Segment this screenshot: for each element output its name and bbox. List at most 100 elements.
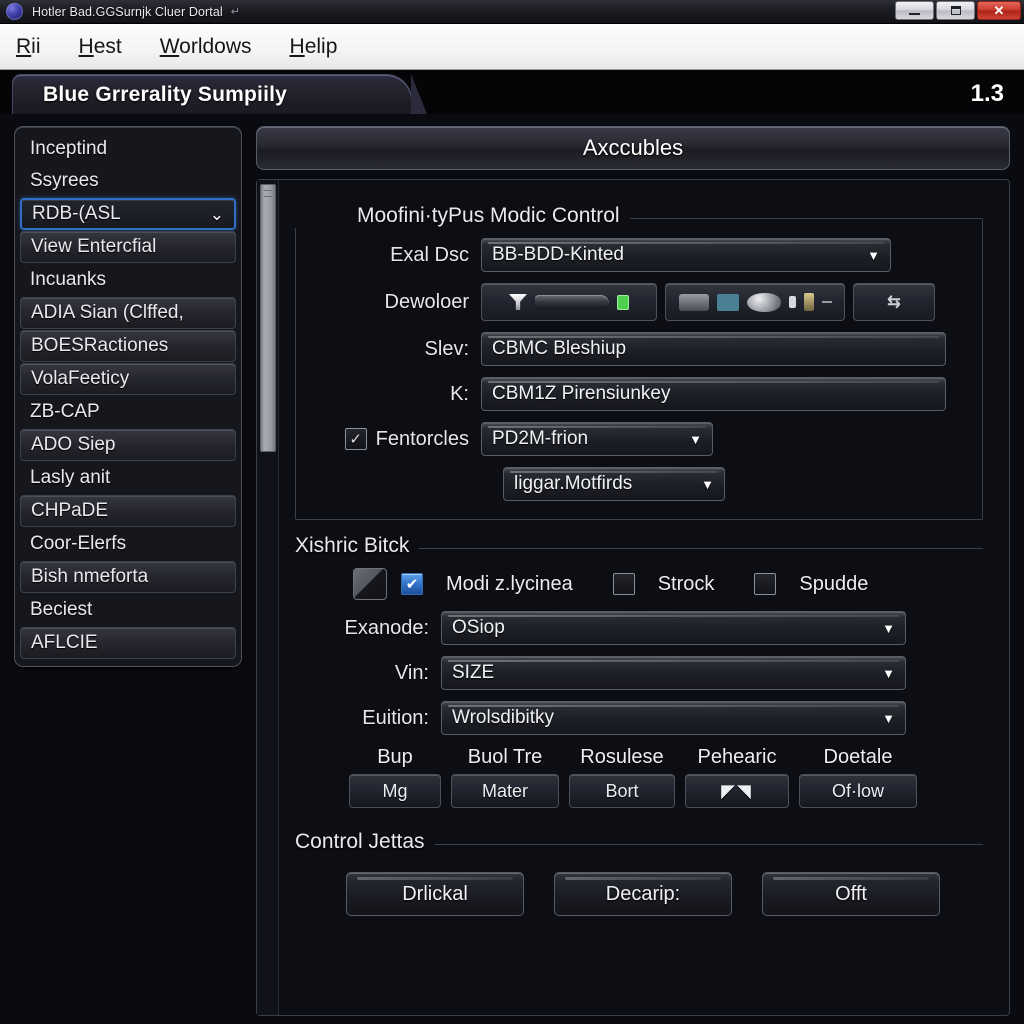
dewoloer-preview-button-2[interactable] (665, 283, 845, 321)
sidebar-item-ssyrees[interactable]: Ssyrees (20, 165, 236, 197)
row-exal-dsc: Exal Dѕc BB-BDD-Kinted ▼ (301, 238, 985, 272)
exal-dsc-value: BB-BDD-Kinted (492, 244, 624, 265)
vertical-scrollbar[interactable] (257, 180, 279, 1015)
sidebar-item-ado-siep[interactable]: ADO Siep (20, 429, 236, 461)
mater-button[interactable]: Mater (451, 774, 559, 808)
maximize-button[interactable] (936, 1, 975, 20)
sidebar-item-view-entercfial[interactable]: View Entercfial (20, 231, 236, 263)
sidebar-item-chpade[interactable]: CHPaDE (20, 495, 236, 527)
bup-header: Bup (377, 746, 413, 768)
vin-label: Vin: (394, 661, 429, 684)
pin-icon (803, 293, 814, 311)
version-badge: 1.3 (970, 80, 1004, 107)
menu-item-rii[interactable]: Rii (10, 33, 47, 61)
chevron-down-icon: ▼ (882, 620, 895, 636)
group-control-jettas: Control Jettas Drlickal Decarip: Offt (295, 830, 991, 932)
group-moofinitypus-modic-control: Moofini·tyPus Modic Control Exal Dѕc BB-… (295, 204, 991, 520)
tab-blue-grrerality-sumpiily[interactable]: Blue Grrerality Sumpiily (12, 74, 427, 114)
device-shape-icon (535, 295, 609, 309)
sidebar-item-inceptind[interactable]: Inceptind (20, 133, 236, 165)
sidebar-item-zb-cap[interactable]: ZB-CAP (20, 396, 236, 428)
menu-item-worldows[interactable]: Worldows (154, 33, 258, 61)
sidebar-item-incuanks[interactable]: Incuanks (20, 264, 236, 296)
main-panel: Axccubles Moofini·tyPus Modic Control Ex… (256, 126, 1010, 1016)
strock-checkbox[interactable] (612, 573, 635, 595)
window-title: Hotler Bad.GGSurnjk Cluer Dortal (32, 4, 223, 19)
row-second-combo: liggar.Motfirds ▼ (301, 467, 985, 501)
exal-dsc-label: Exal Dѕc (390, 243, 469, 266)
close-button[interactable]: ✕ (977, 1, 1021, 20)
sidebar-item-label: RDB-(ASL (32, 203, 121, 224)
row-slev: Slev: CBMC Bleshiup (301, 332, 985, 366)
exal-dsc-combo[interactable]: BB-BDD-Kinted ▼ (481, 238, 891, 272)
button-col-doetale: Doetale Of·low (799, 746, 917, 808)
exanode-value: OSiop (452, 617, 505, 638)
row-k: K: CBM1Z Pirensiunkey (301, 377, 985, 411)
drlickal-button[interactable]: Drlickal (346, 872, 524, 916)
module-icon (678, 293, 709, 311)
flag-icon: ⇆ (887, 294, 901, 311)
scrollbar-thumb[interactable] (260, 184, 276, 452)
sidebar-item-adia-sian[interactable]: ADIA Sian (Clffed, (20, 297, 236, 329)
menu-accel-key: H (78, 34, 94, 58)
euition-combo[interactable]: Wrolsdibitky ▼ (441, 701, 906, 735)
sidebar-item-boesractiones[interactable]: BOESRactiones (20, 330, 236, 362)
spudde-label: Spudde (799, 572, 869, 595)
menu-item-label: ii (31, 34, 41, 58)
liggar-motfirds-combo[interactable]: liggar.Motfirds ▼ (503, 467, 725, 501)
group-legend: Xishric Bitck (295, 534, 420, 558)
chevron-down-icon: ▼ (867, 247, 880, 263)
bort-button[interactable]: Bort (569, 774, 675, 808)
mg-button[interactable]: Mg (349, 774, 441, 808)
dewoloer-preview-button-1[interactable] (481, 283, 657, 321)
euition-value: Wrolsdibitky (452, 707, 555, 728)
menu-item-label: est (93, 34, 122, 58)
row-fentorcles: ✓ Fentorcles PD2M-frion ▼ (301, 422, 985, 456)
chevron-down-icon: ▼ (882, 665, 895, 681)
k-input[interactable]: CBM1Z Pirensiunkey (481, 377, 946, 411)
group-body: ✔ Modi z.lycinea Strock Spudde Exanode: (295, 558, 991, 816)
menu-item-label: elip (304, 34, 338, 58)
sidebar-item-lasly-anit[interactable]: Lasly anit (20, 462, 236, 494)
minimize-button[interactable] (895, 1, 934, 20)
dialog-action-row: Drlickal Decarip: Offt (301, 872, 985, 924)
color-swatch[interactable] (353, 568, 387, 600)
chevron-down-icon: ▼ (689, 431, 702, 447)
sidebar-item-beciest[interactable]: Beciest (20, 594, 236, 626)
modi-lycinea-checkbox[interactable]: ✔ (401, 573, 423, 595)
pehearic-header: Pehearic (697, 746, 777, 768)
group-body: Exal Dѕc BB-BDD-Kinted ▼ Dewoloer ⇆ Slev… (295, 228, 991, 520)
arrows-button[interactable]: ◤◥ (685, 774, 789, 808)
oflow-button[interactable]: Of·low (799, 774, 917, 808)
sidebar-item-aflcie[interactable]: AFLCIE (20, 627, 236, 659)
exanode-label: Exanode: (344, 616, 429, 639)
decarip-button[interactable]: Decarip: (554, 872, 732, 916)
sidebar-item-bish-nmeforta[interactable]: Bish nmeforta (20, 561, 236, 593)
dot-icon (788, 296, 796, 308)
sidebar-item-rdb-asl[interactable]: RDB-(ASL ⌄ (20, 198, 236, 230)
sphere-icon (746, 292, 781, 312)
menu-item-label: orldows (179, 34, 252, 58)
group-xishric-bitck: Xishric Bitck ✔ Modi z.lycinea Strock Sp… (295, 534, 991, 816)
app-globe-icon (6, 3, 23, 20)
menu-item-hest[interactable]: Hest (73, 33, 128, 61)
spudde-checkbox[interactable] (754, 573, 777, 595)
row-exanode: Exanode: OSiop ▼ (301, 611, 985, 645)
fentorcles-combo[interactable]: PD2M-frion ▼ (481, 422, 713, 456)
vin-combo[interactable]: SIZE ▼ (441, 656, 906, 690)
row-dewoloer: Dewoloer ⇆ (301, 283, 985, 321)
fentorcles-checkbox[interactable]: ✓ (344, 428, 367, 450)
menu-item-helip[interactable]: Helip (284, 33, 344, 61)
exanode-combo[interactable]: OSiop ▼ (441, 611, 906, 645)
offt-button[interactable]: Offt (762, 872, 940, 916)
close-icon: ✕ (993, 3, 1005, 18)
sidebar-item-volafeeticy[interactable]: VolaFeeticy (20, 363, 236, 395)
sidebar-item-coor-elerfs[interactable]: Coor-Elerfs (20, 528, 236, 560)
dewoloer-preview-button-3[interactable]: ⇆ (853, 283, 935, 321)
fentorcles-value: PD2M-frion (492, 428, 589, 449)
liggar-motfirds-value: liggar.Motfirds (514, 473, 633, 494)
menu-accel-key: W (159, 34, 180, 58)
minimize-icon (909, 12, 920, 15)
row-checkboxes: ✔ Modi z.lycinea Strock Spudde (301, 568, 985, 600)
slev-input[interactable]: CBMC Bleshiup (481, 332, 946, 366)
